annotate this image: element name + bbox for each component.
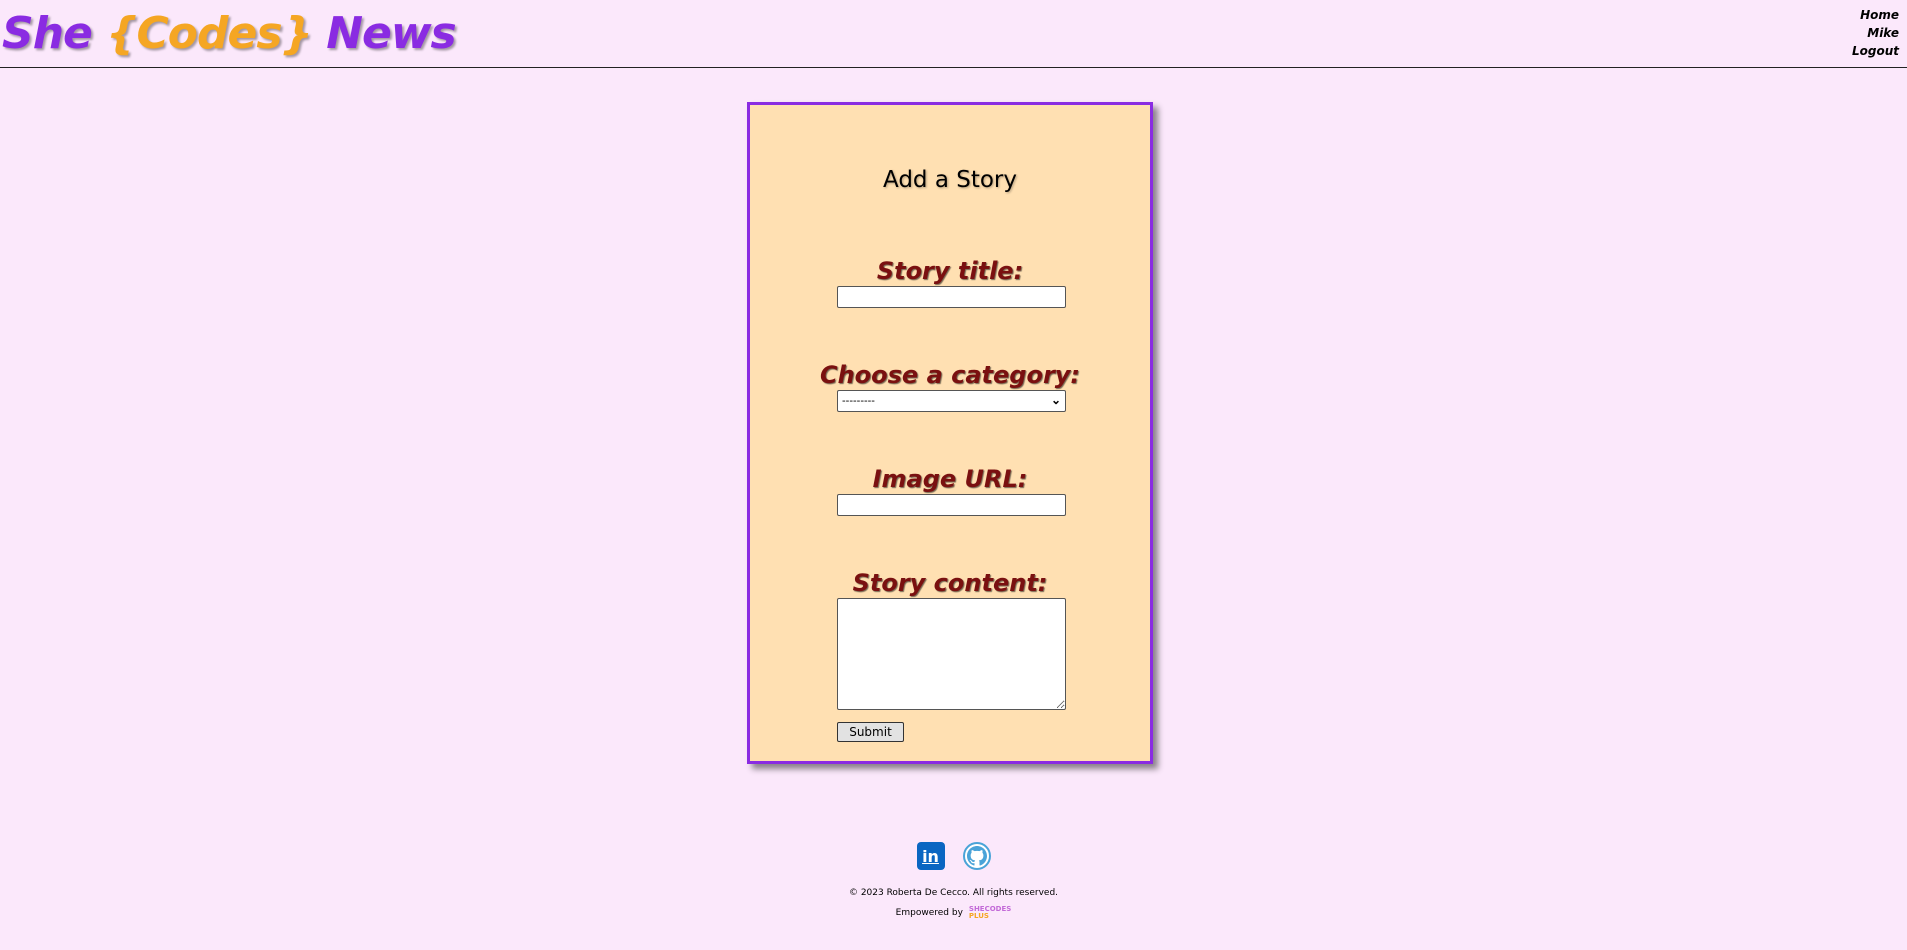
site-header: She {Codes} News Home Mike Logout [0,0,1907,68]
image-url-label: Image URL: [872,465,1028,493]
nav-user-link[interactable]: Mike [1852,24,1899,42]
form-title: Add a Story [882,167,1017,193]
github-icon[interactable] [962,842,991,870]
site-footer: in © 2023 Roberta De Cecco. All rights r… [0,842,1907,920]
image-url-input[interactable] [837,494,1066,516]
logo-news: News [311,8,457,59]
submit-button[interactable]: Submit [837,722,904,742]
copyright-text: © 2023 Roberta De Cecco. All rights rese… [848,888,1059,898]
story-content-textarea[interactable] [837,598,1066,710]
social-links: in [0,842,1907,870]
chevron-down-icon: ⌄ [1050,393,1061,407]
github-mark-icon [966,846,987,866]
powered-by: Empowered by SHECODES PLUS [0,906,1907,920]
shecodes-logo-line2: PLUS [968,912,989,920]
nav-home-link[interactable]: Home [1852,6,1899,24]
powered-by-label: Empowered by [895,908,963,918]
main-nav: Home Mike Logout [1852,6,1899,60]
category-select[interactable]: --------- ⌄ [837,390,1066,412]
category-selected-value: --------- [842,395,875,407]
story-content-label: Story content: [852,569,1048,597]
logo-she: She [2,8,107,59]
site-logo[interactable]: She {Codes} News [2,8,457,60]
logo-codes: {Codes} [106,8,313,59]
story-title-input[interactable] [837,286,1066,308]
shecodes-plus-logo[interactable]: SHECODES PLUS [969,906,1011,920]
nav-logout-link[interactable]: Logout [1852,42,1899,60]
story-title-label: Story title: [876,257,1024,285]
linkedin-icon[interactable]: in [916,842,945,870]
add-story-form-card: Add a Story Story title: Choose a catego… [747,102,1153,764]
category-label: Choose a category: [819,361,1081,389]
